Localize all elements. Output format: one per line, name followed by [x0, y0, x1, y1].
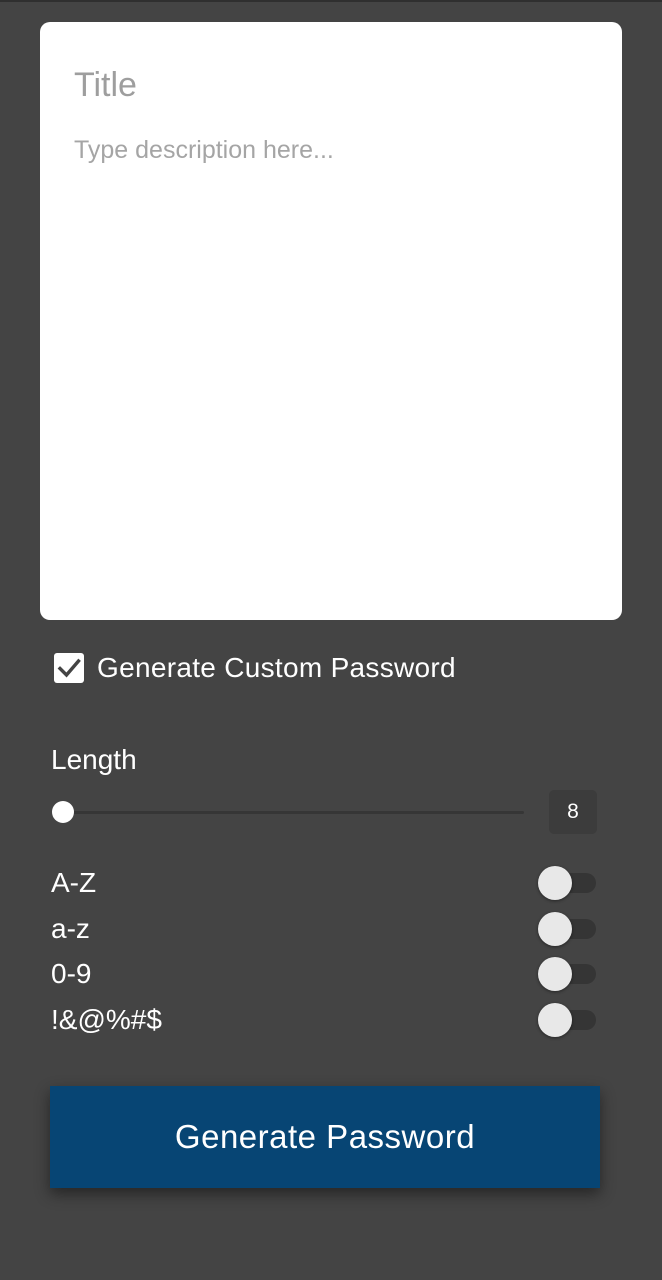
- option-row-symbols: !&@%#$: [51, 1001, 597, 1041]
- option-row-uppercase: A-Z: [51, 864, 597, 904]
- toggle-digits[interactable]: [538, 955, 596, 993]
- toggle-thumb: [538, 912, 572, 946]
- option-label-uppercase: A-Z: [51, 867, 97, 898]
- note-card: [40, 22, 622, 620]
- slider-thumb[interactable]: [52, 801, 74, 823]
- toggle-symbols[interactable]: [538, 1001, 596, 1039]
- toggle-lowercase[interactable]: [538, 910, 596, 948]
- length-label: Length: [51, 744, 137, 775]
- toggle-thumb: [538, 866, 572, 900]
- option-row-lowercase: a-z: [51, 910, 597, 950]
- length-value: 8: [549, 790, 597, 834]
- length-slider[interactable]: [52, 800, 524, 826]
- title-input[interactable]: [74, 62, 588, 108]
- custom-password-row[interactable]: Generate Custom Password: [54, 652, 456, 684]
- custom-password-label: Generate Custom Password: [97, 652, 456, 683]
- toggle-thumb: [538, 957, 572, 991]
- option-label-digits: 0-9: [51, 958, 92, 989]
- option-label-symbols: !&@%#$: [51, 1004, 162, 1035]
- check-icon: [57, 658, 81, 678]
- generate-password-button[interactable]: Generate Password: [50, 1086, 600, 1188]
- slider-track[interactable]: [64, 811, 524, 814]
- description-input[interactable]: [74, 136, 588, 576]
- toggle-uppercase[interactable]: [538, 864, 596, 902]
- custom-password-checkbox[interactable]: [54, 653, 84, 683]
- top-edge: [0, 0, 662, 2]
- option-row-digits: 0-9: [51, 955, 597, 995]
- toggle-thumb: [538, 1003, 572, 1037]
- option-label-lowercase: a-z: [51, 913, 90, 944]
